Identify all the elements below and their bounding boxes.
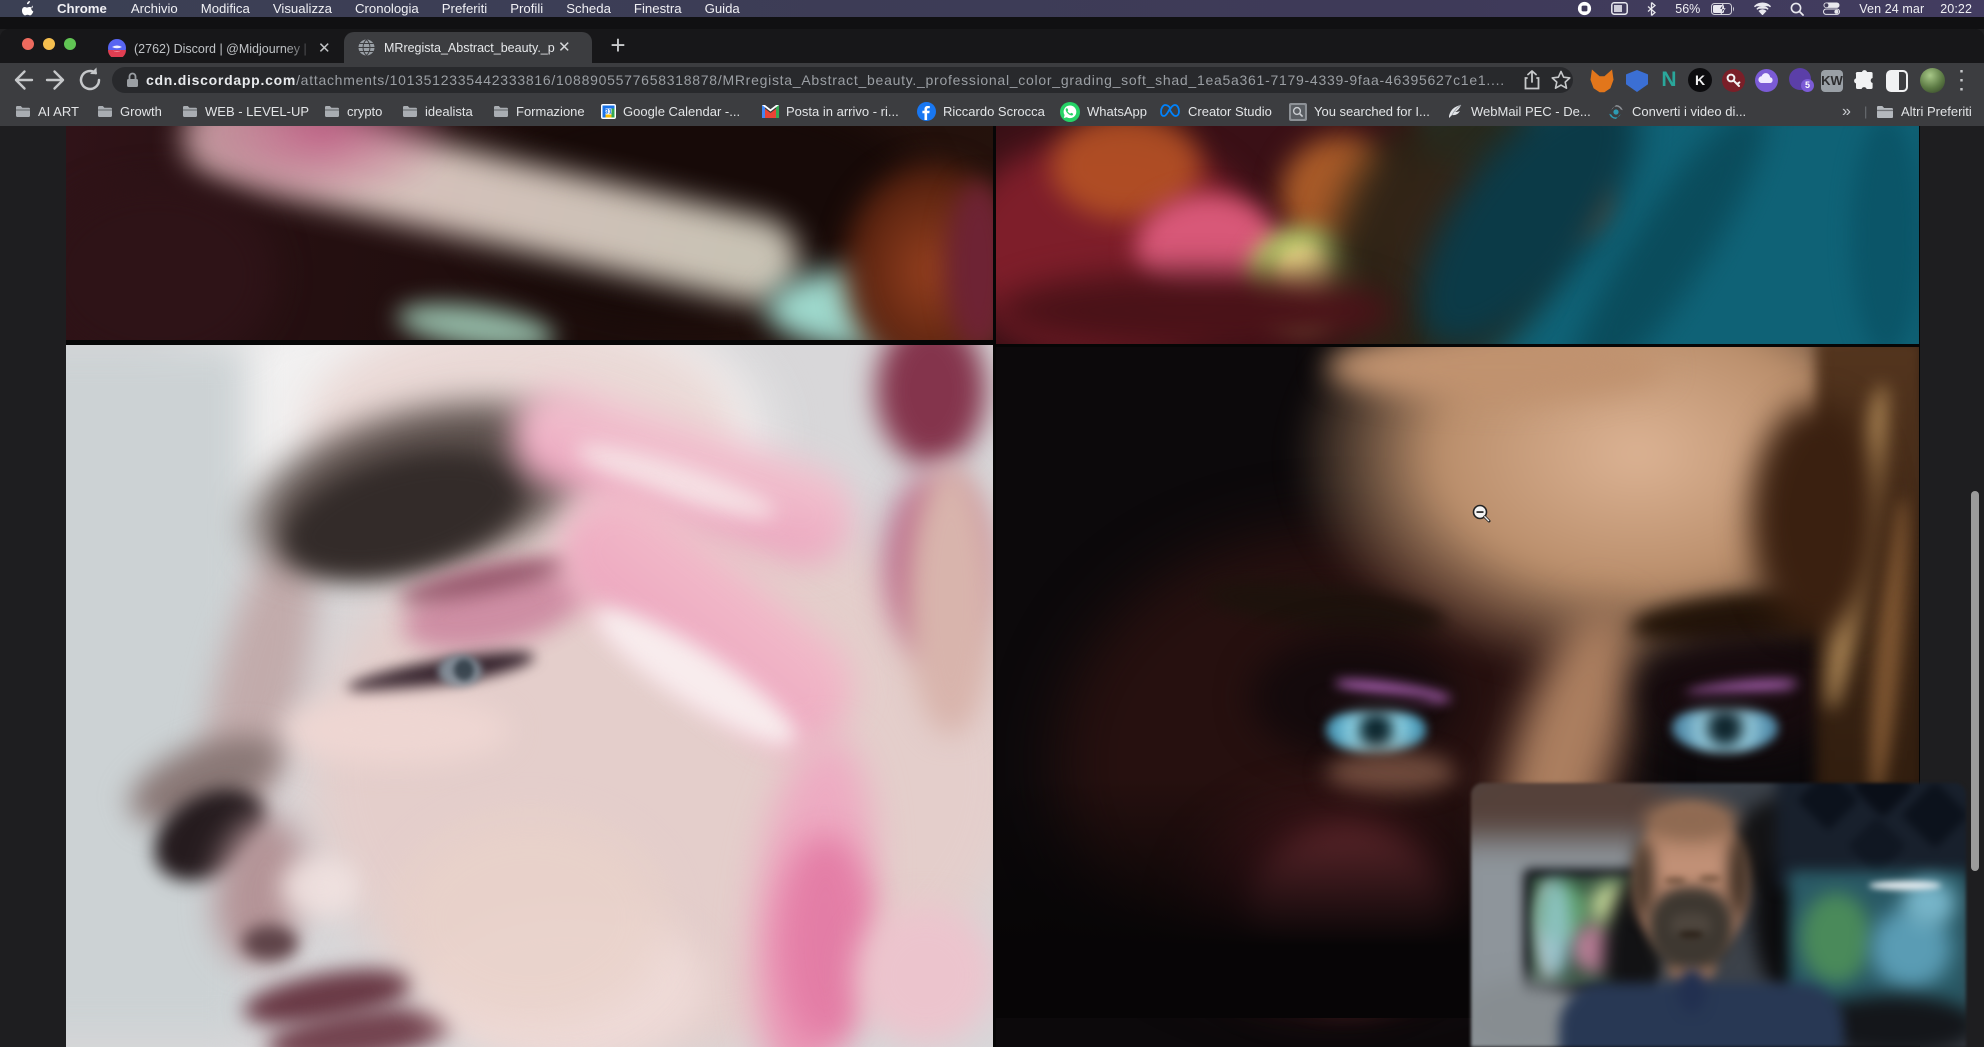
- svg-text:31: 31: [605, 109, 612, 115]
